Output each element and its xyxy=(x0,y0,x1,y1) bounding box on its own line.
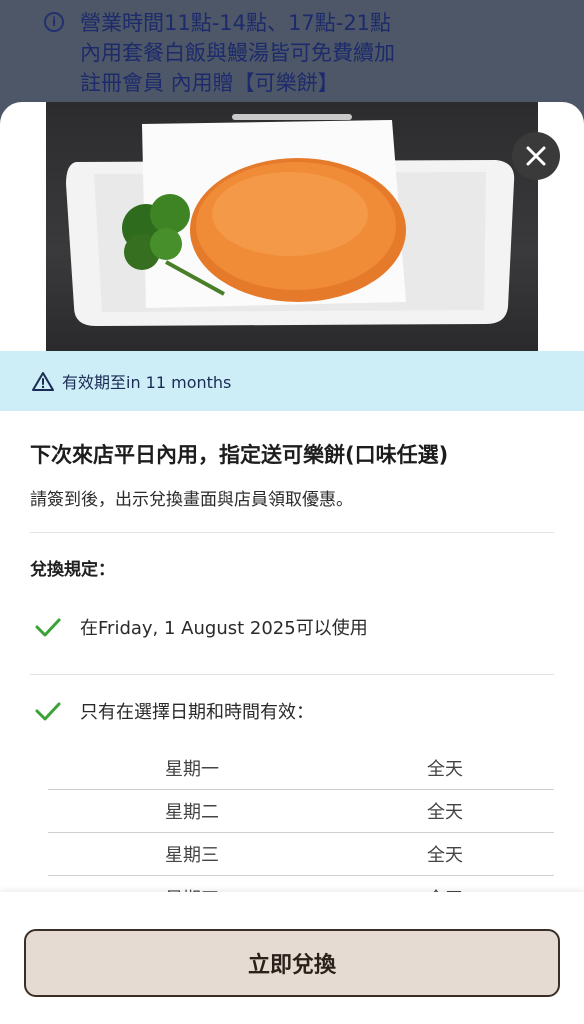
divider xyxy=(30,532,554,533)
schedule-day: 星期二 xyxy=(165,802,219,823)
info-icon: i xyxy=(44,12,64,32)
redeem-now-button[interactable]: 立即兌換 xyxy=(24,929,560,997)
rule-schedule-text: 只有在選擇日期和時間有效： xyxy=(80,702,314,723)
coupon-details: 下次來店平日內用，指定送可樂餅(口味任選) 請簽到後，出示兌換畫面與店員領取優惠… xyxy=(30,411,554,919)
drag-handle[interactable] xyxy=(232,114,352,120)
rule-date-text: 在Friday, 1 August 2025可以使用 xyxy=(80,618,368,639)
store-hours-text: 營業時間11點-14點、17點-21點 xyxy=(80,11,392,35)
schedule-time: 全天 xyxy=(427,802,463,823)
schedule-time: 全天 xyxy=(427,759,463,780)
table-row: 星期一 全天 xyxy=(48,747,554,790)
refill-info-text: 內用套餐白飯與鰻湯皆可免費續加 xyxy=(80,41,395,65)
offer-description: 請簽到後，出示兌換畫面與店員領取優惠。 xyxy=(30,490,353,510)
offer-title: 下次來店平日內用，指定送可樂餅(口味任選) xyxy=(30,443,449,467)
rule-item-schedule: 只有在選擇日期和時間有效： xyxy=(30,675,554,747)
close-icon xyxy=(526,146,546,166)
member-gift-text: 註冊會員 內用贈【可樂餅】 xyxy=(80,71,339,95)
schedule-time: 全天 xyxy=(427,845,463,866)
warning-icon xyxy=(32,372,54,391)
schedule-day: 星期一 xyxy=(165,759,219,780)
bottom-action-bar: 立即兌換 xyxy=(0,892,584,1024)
validity-text: 有效期至in 11 months xyxy=(62,373,232,392)
coupon-image xyxy=(46,102,538,351)
table-row: 星期二 全天 xyxy=(48,790,554,833)
schedule-day: 星期三 xyxy=(165,845,219,866)
check-icon xyxy=(35,618,61,637)
validity-banner: 有效期至in 11 months xyxy=(0,351,584,411)
rule-item-date: 在Friday, 1 August 2025可以使用 xyxy=(30,580,554,674)
rules-title: 兌換規定： xyxy=(30,560,115,580)
close-button[interactable] xyxy=(512,132,560,180)
coupon-sheet: 有效期至in 11 months 下次來店平日內用，指定送可樂餅(口味任選) 請… xyxy=(0,102,584,1024)
check-icon xyxy=(35,702,61,721)
table-row: 星期三 全天 xyxy=(48,833,554,876)
